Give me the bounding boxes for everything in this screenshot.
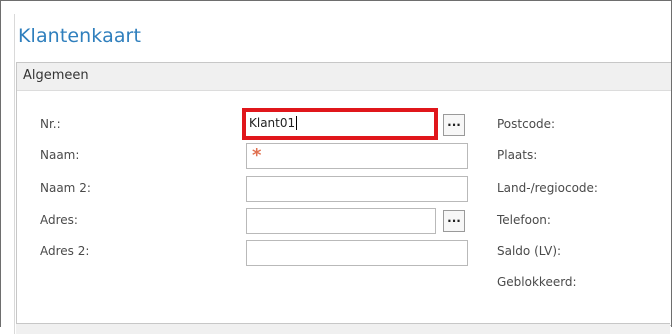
field-label-naam-2: Naam 2: [40,181,91,195]
field-label-geblokkeerd: Geblokkeerd: [497,275,577,289]
nr-input[interactable]: Klant01 [244,110,436,138]
naam-input[interactable]: * [246,143,468,169]
field-label-naam: Naam: [40,148,80,162]
field-label-saldo: Saldo (LV): [497,244,562,258]
general-section-header[interactable]: Algemeen [17,63,671,91]
next-section-header[interactable] [16,323,670,334]
text-caret [296,116,298,130]
naam-2-input[interactable] [246,176,468,202]
adres-lookup-button[interactable]: ... [443,210,465,232]
field-label-nr: Nr.: [40,117,61,131]
nr-lookup-button[interactable]: ... [443,114,465,136]
nr-input-value: Klant01 [249,116,298,130]
field-label-adres-2: Adres 2: [40,244,90,258]
field-label-plaats: Plaats: [497,148,538,162]
section-title: Algemeen [23,68,89,83]
adres-input[interactable] [246,208,436,234]
field-label-adres: Adres: [40,213,78,227]
page-title: Klantenkaart [18,25,142,47]
adres-2-input[interactable] [246,240,468,266]
ellipsis-icon: ... [447,211,461,225]
ellipsis-icon: ... [447,115,461,129]
field-label-land-regiocode: Land-/regiocode: [497,181,598,195]
field-label-telefoon: Telefoon: [497,213,551,227]
asterisk-icon: * [252,145,262,166]
field-label-postcode: Postcode: [497,117,556,131]
